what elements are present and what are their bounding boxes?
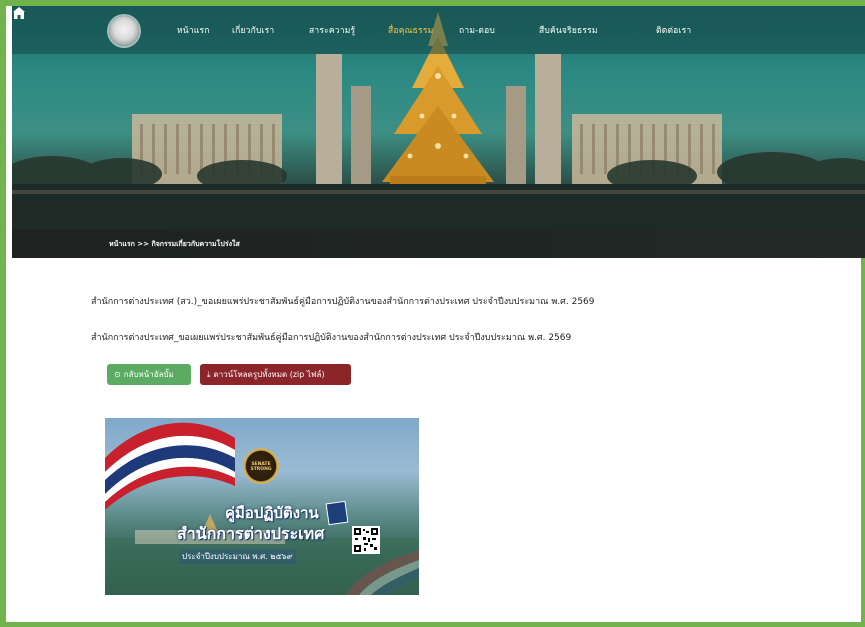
senate-logo[interactable] <box>109 16 139 46</box>
nav-item-contact[interactable]: ติดต่อเรา <box>656 23 691 37</box>
download-button-label: ดาวน์โหลดรูปทั้งหมด (zip ไฟล์) <box>213 370 325 379</box>
nav-item-about[interactable]: เกี่ยวกับเรา <box>232 23 274 37</box>
badge-text: SENATE STRONG <box>250 462 272 472</box>
post-title-1: สำนักการต่างประเทศ (สว.)_ขอเผยแพร่ประชาส… <box>91 297 595 307</box>
breadcrumb-home-link[interactable]: หน้าแรก <box>109 240 135 248</box>
back-circle-icon: ⊙ <box>114 370 121 379</box>
qr-code-icon <box>352 526 380 554</box>
breadcrumb: หน้าแรก >> กิจกรรมเกี่ยวกับความโปร่งใส <box>109 239 240 250</box>
nav-item-ethics-search[interactable]: สืบค้นจริยธรรม <box>539 23 598 37</box>
nav-item-home[interactable]: หน้าแรก <box>177 23 210 37</box>
breadcrumb-current[interactable]: กิจกรรมเกี่ยวกับความโปร่งใส <box>151 240 239 248</box>
download-all-button[interactable]: ⤓ ดาวน์โหลดรูปทั้งหมด (zip ไฟล์) <box>200 364 351 385</box>
post-title-2: สำนักการต่างประเทศ_ขอเผยแพร่ประชาสัมพันธ… <box>91 333 572 343</box>
home-icon[interactable] <box>12 6 26 20</box>
poster-title-2: สำนักการต่างประเทศ <box>177 524 325 543</box>
breadcrumb-separator: >> <box>137 240 150 248</box>
nav-item-media[interactable]: สื่อคุณธรรม <box>388 23 433 37</box>
top-nav <box>12 6 865 54</box>
book-icon <box>325 500 349 526</box>
nav-item-knowledge[interactable]: สาระความรู้ <box>309 23 355 37</box>
hero-banner: หน้าแรก เกี่ยวกับเรา สาระความรู้ สื่อคุณ… <box>12 6 865 258</box>
download-icon: ⤓ <box>207 370 211 379</box>
back-to-album-button[interactable]: ⊙ กลับหน้าอัลบั้ม <box>107 364 191 385</box>
album-image[interactable]: SENATE STRONG คู่มือปฏิบัติงาน สำนักการต… <box>105 418 419 595</box>
poster-title-3: ประจำปีงบประมาณ พ.ศ. ๒๕๖๙ <box>179 549 296 564</box>
nav-item-qa[interactable]: ถาม-ตอบ <box>459 23 495 37</box>
back-button-label: กลับหน้าอัลบั้ม <box>123 370 174 379</box>
